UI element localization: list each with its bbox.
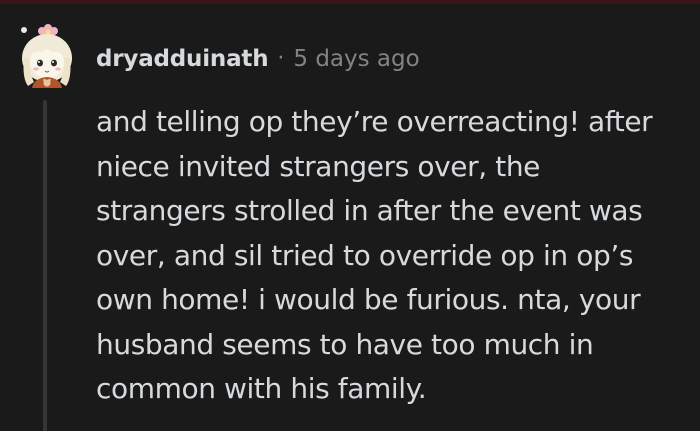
separator-dot: · [277, 46, 285, 71]
comment-body-line: over, and sil tried to override op in op… [96, 238, 634, 272]
comment-body-line: common with his family. [96, 372, 427, 405]
comment-timestamp[interactable]: 5 days ago [293, 47, 419, 71]
comment-body-line: strangers strolled in after the event wa… [96, 194, 643, 227]
comment-body: and telling op they’re overreacting! aft… [96, 100, 686, 412]
author-line: dryadduinath · 5 days ago [96, 46, 420, 71]
comment-body-line: and telling op they’re overreacting! aft… [96, 105, 653, 138]
avatar[interactable] [18, 22, 76, 88]
comment-card: dryadduinath · 5 days ago and telling op… [0, 0, 700, 431]
comment-body-line: niece invited strangers over, the [96, 149, 541, 183]
comment-body-line: husband seems to have too much in [96, 327, 594, 361]
comment-header: dryadduinath · 5 days ago [18, 20, 420, 90]
anime-girl-avatar-icon [21, 24, 72, 88]
thread-collapse-line[interactable] [43, 100, 47, 431]
comment-body-line: own home! i would be furious. nta, your [96, 283, 641, 316]
author-username[interactable]: dryadduinath [96, 47, 269, 71]
